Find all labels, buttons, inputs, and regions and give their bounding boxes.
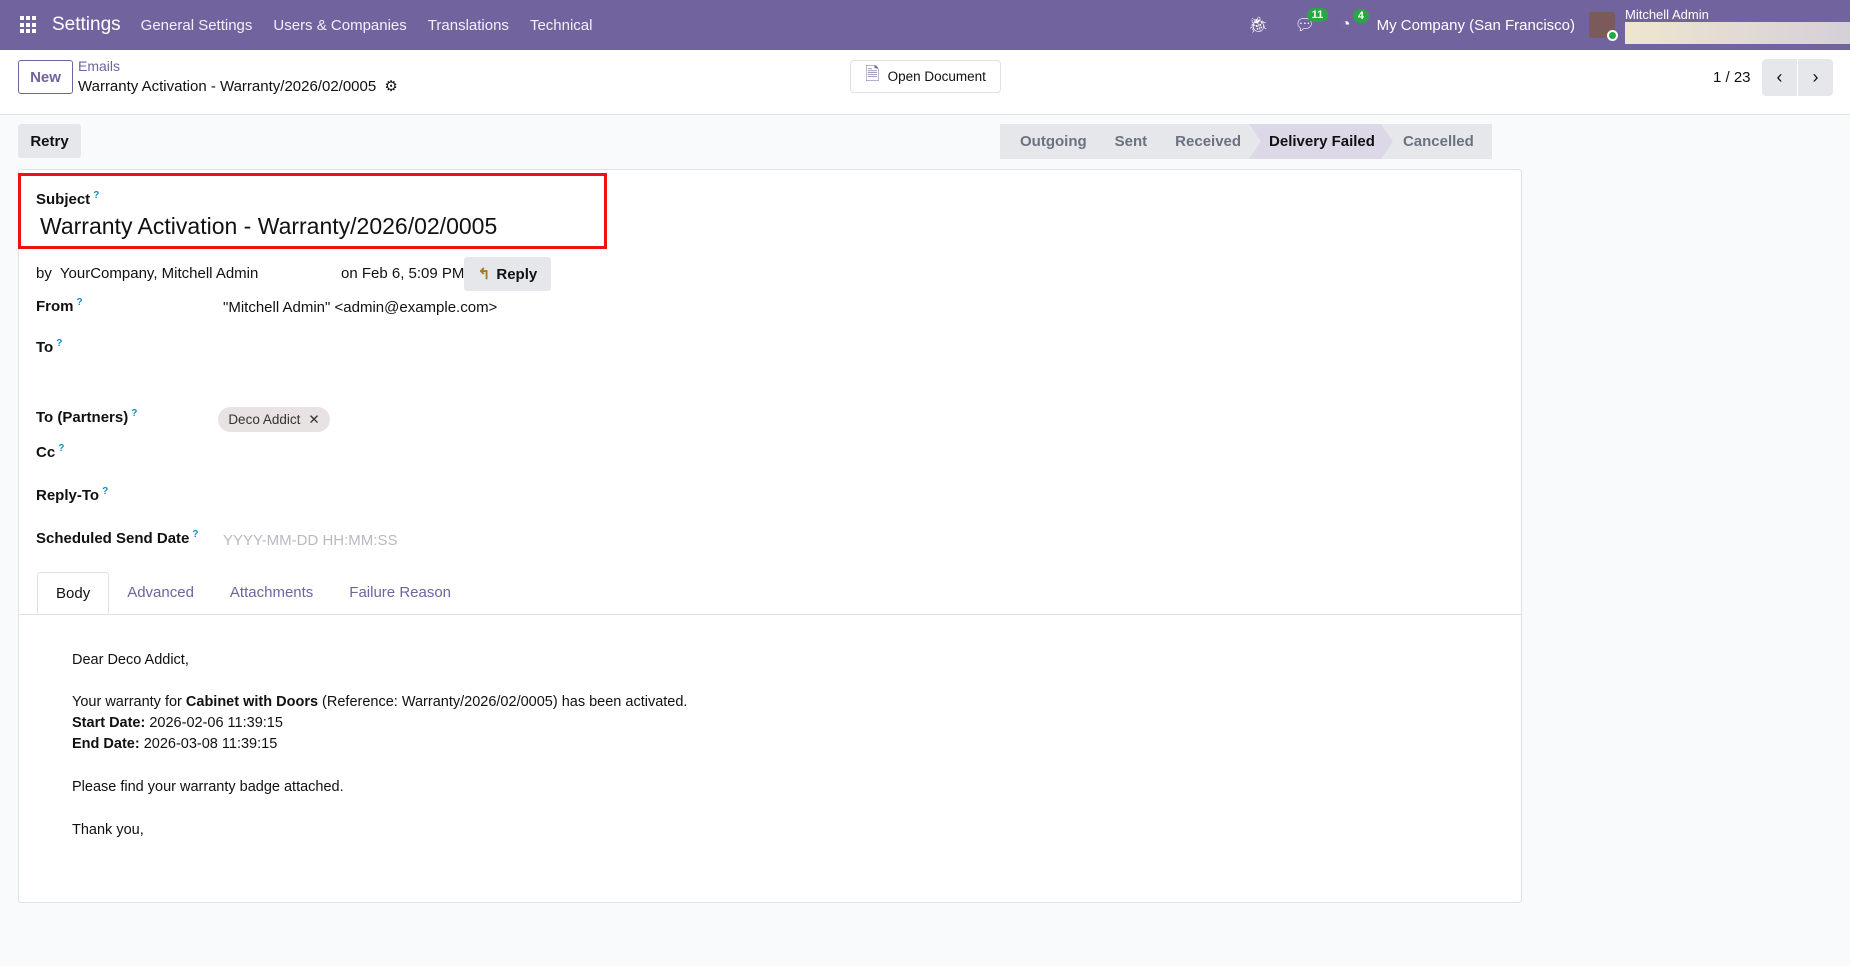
menu-translations[interactable]: Translations <box>428 17 509 34</box>
by-prefix: by <box>36 265 52 282</box>
body-text: Your warranty for <box>72 694 186 710</box>
from-label: From? <box>36 297 83 315</box>
status-bar: Outgoing Sent Received Delivery Failed C… <box>1000 124 1492 159</box>
from-field[interactable]: "Mitchell Admin" <admin@example.com> <box>223 299 497 316</box>
menu-technical[interactable]: Technical <box>530 17 593 34</box>
body-badge-line: Please find your warranty badge attached… <box>72 779 344 795</box>
stage-delivery-failed[interactable]: Delivery Failed <box>1249 124 1393 159</box>
remove-tag-icon[interactable]: ✕ <box>308 412 319 428</box>
app-name[interactable]: Settings <box>52 14 121 36</box>
control-panel: New Emails Warranty Activation - Warrant… <box>0 50 1850 115</box>
help-icon[interactable]: ? <box>77 297 83 308</box>
open-document-button[interactable]: 🗎 Open Document <box>850 60 1001 93</box>
messages-badge: 11 <box>1306 8 1329 22</box>
user-avatar[interactable] <box>1589 12 1618 41</box>
scheduled-label-text: Scheduled Send Date <box>36 530 190 547</box>
reply-to-label-text: Reply-To <box>36 487 100 504</box>
activities-clock-icon[interactable]: ◔ 4 <box>1341 9 1370 34</box>
scheduled-date-input[interactable]: YYYY-MM-DD HH:MM:SS <box>223 532 397 549</box>
menu-users-companies[interactable]: Users & Companies <box>273 17 406 34</box>
redacted-area <box>1625 22 1850 44</box>
stage-cancelled[interactable]: Cancelled <box>1383 124 1492 159</box>
notebook-tabs: Body Advanced Attachments Failure Reason <box>19 572 1521 615</box>
body-thanks: Thank you, <box>72 822 144 838</box>
cc-label: Cc? <box>36 443 64 461</box>
pager-value[interactable]: 1 / 23 <box>1713 69 1751 86</box>
help-icon[interactable]: ? <box>56 338 62 349</box>
subject-field[interactable]: Warranty Activation - Warranty/2026/02/0… <box>40 213 497 240</box>
tab-failure-reason[interactable]: Failure Reason <box>331 572 469 614</box>
menu-general-settings[interactable]: General Settings <box>141 17 253 34</box>
body-start-date: Start Date: 2026-02-06 11:39:15 <box>72 713 283 734</box>
chevron-right-icon: › <box>1812 67 1819 87</box>
help-icon[interactable]: ? <box>93 190 99 201</box>
to-label-text: To <box>36 339 54 356</box>
product-name: Cabinet with Doors <box>185 694 319 710</box>
breadcrumb-emails[interactable]: Emails <box>78 58 120 74</box>
help-icon[interactable]: ? <box>192 529 198 540</box>
message-date: on Feb 6, 5:09 PM <box>341 265 465 282</box>
subject-label-text: Subject <box>36 191 91 208</box>
gear-icon[interactable]: ⚙ <box>384 78 397 95</box>
help-icon[interactable]: ? <box>58 443 64 454</box>
retry-button[interactable]: Retry <box>18 124 81 158</box>
scheduled-date-label: Scheduled Send Date? <box>36 529 198 547</box>
record-title-text: Warranty Activation - Warranty/2026/02/0… <box>78 78 377 95</box>
user-name[interactable]: Mitchell Admin <box>1625 7 1709 22</box>
end-date-value: 2026-03-08 11:39:15 <box>139 736 278 752</box>
messages-icon[interactable]: 💬︎ 11 <box>1295 8 1329 35</box>
new-button[interactable]: New <box>18 60 73 94</box>
end-date-label: End Date: <box>72 736 140 752</box>
document-icon: 🗎 <box>865 63 880 84</box>
body-text: (Reference: Warranty/2026/02/0005) has b… <box>318 694 688 710</box>
tab-body[interactable]: Body <box>37 572 110 614</box>
open-document-label: Open Document <box>887 69 986 84</box>
partner-tag: Deco Addict ✕ <box>218 407 330 432</box>
cc-label-text: Cc <box>36 444 56 461</box>
reply-arrow-icon: ↰ <box>477 266 491 283</box>
chevron-left-icon: ‹ <box>1776 67 1783 87</box>
to-partners-label-text: To (Partners) <box>36 409 129 426</box>
debug-bug-icon[interactable]: 🐞︎ <box>1248 15 1268 35</box>
reply-label: Reply <box>496 265 538 283</box>
pager-previous-button[interactable]: ‹ <box>1762 59 1797 96</box>
authors[interactable]: YourCompany, Mitchell Admin <box>60 265 258 282</box>
stage-outgoing[interactable]: Outgoing <box>1000 124 1105 159</box>
stage-sent[interactable]: Sent <box>1095 124 1166 159</box>
body-activation-line: Your warranty for Cabinet with Doors (Re… <box>72 692 687 713</box>
help-icon[interactable]: ? <box>131 408 137 419</box>
author-line: by YourCompany, Mitchell Admin <box>36 265 258 282</box>
help-icon[interactable]: ? <box>102 486 108 497</box>
stage-received[interactable]: Received <box>1155 124 1259 159</box>
to-label: To? <box>36 338 62 356</box>
tab-attachments[interactable]: Attachments <box>212 572 331 614</box>
body-greeting: Dear Deco Addict, <box>72 652 189 668</box>
top-navbar: Settings General Settings Users & Compan… <box>0 0 1850 50</box>
apps-menu-icon[interactable] <box>20 16 38 34</box>
start-date-label: Start Date: <box>72 715 146 731</box>
tab-advanced[interactable]: Advanced <box>109 572 212 614</box>
pager-next-button[interactable]: › <box>1798 59 1833 96</box>
subject-label: Subject? <box>36 190 99 208</box>
reply-button[interactable]: ↰ Reply <box>464 257 551 291</box>
reply-to-label: Reply-To? <box>36 486 108 504</box>
partner-tag-label: Deco Addict <box>228 412 301 427</box>
activities-badge: 4 <box>1352 9 1370 23</box>
body-end-date: End Date: 2026-03-08 11:39:15 <box>72 734 277 755</box>
company-switcher[interactable]: My Company (San Francisco) <box>1377 17 1575 34</box>
record-title: Warranty Activation - Warranty/2026/02/0… <box>78 77 398 95</box>
to-partners-label: To (Partners)? <box>36 408 137 426</box>
from-label-text: From <box>36 298 74 315</box>
start-date-value: 2026-02-06 11:39:15 <box>145 715 283 731</box>
